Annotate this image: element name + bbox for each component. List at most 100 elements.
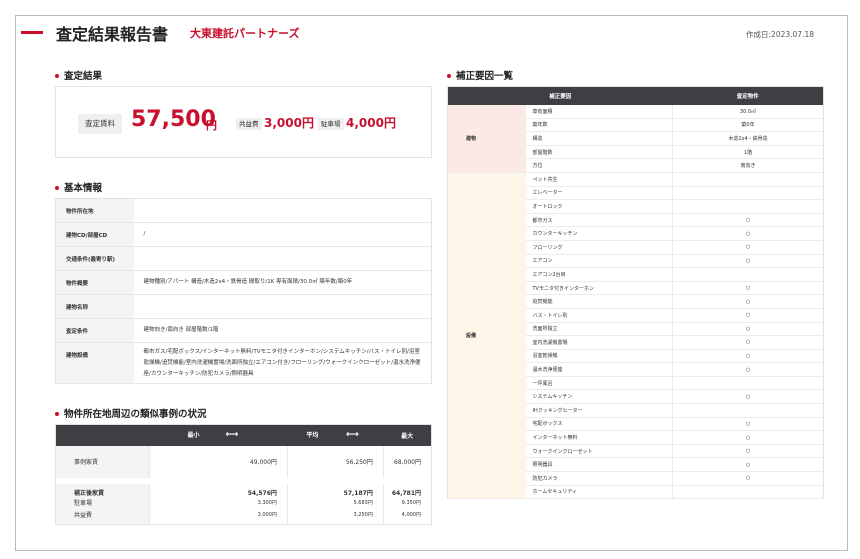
factor-item-name: 宅配ボックス <box>525 417 673 432</box>
basic-value: 都市ガス/宅配ボックス/インターネット無料/TVモニタ付きインターホン/システム… <box>133 342 432 384</box>
basic-value <box>133 246 432 271</box>
basic-value: / <box>133 222 432 247</box>
col-max: 最大 <box>401 432 414 440</box>
basic-value <box>133 198 432 223</box>
factor-item-name: 浴室乾燥機 <box>525 349 673 364</box>
factor-item-value: 南向き <box>672 158 824 173</box>
factor-item-value: ○ <box>672 281 824 296</box>
arrow-icon: ⟷ <box>345 430 359 441</box>
factor-item-value: ○ <box>672 362 824 377</box>
adjusted-min: 54,576円 <box>149 483 288 497</box>
factor-item-name: 方位 <box>525 158 673 173</box>
rent-unit: 円 <box>206 119 217 132</box>
col-property: 査定物件 <box>672 86 824 105</box>
factor-item-value <box>672 403 824 418</box>
factor-item-name: TVモニタ付きインターホン <box>525 281 673 296</box>
basic-heading: 基本情報 <box>55 180 102 194</box>
parking-value: 4,000円 <box>346 116 396 130</box>
similar-cases-table: 最小 ⟷ 平均 ⟷ 最大 事例家賃 49,000円 56,250円 68,000円 … <box>55 424 432 525</box>
basic-key: 査定条件 <box>55 318 134 343</box>
factor-item-name: フローリング <box>525 240 673 255</box>
created-date: 作成日:2023.07.18 <box>746 30 814 39</box>
table-row: 建物 専有面積 30.0㎡ <box>447 104 824 173</box>
company-name: 大東建託パートナーズ <box>190 27 300 40</box>
factor-item-name: 築年数 <box>525 118 673 133</box>
factor-item-value: ○ <box>672 389 824 405</box>
factor-item-value: ○ <box>672 430 824 445</box>
bullet-dot-icon <box>447 73 451 78</box>
factor-item-name: ウォークインクローゼット <box>525 444 673 459</box>
similar-heading: 物件所在地周辺の類似事例の状況 <box>55 406 207 420</box>
factors-table: 補正要因 査定物件 建物 専有面積 30.0㎡ 築年数 築0年 構造 木造2x4・鉄骨造 部屋… <box>447 86 824 500</box>
factor-item-name: 都市ガス <box>525 213 673 228</box>
common-fee-label: 共益費 <box>236 118 262 130</box>
bullet-dot-icon <box>55 185 59 190</box>
factor-item-name: IHクッキングヒーター <box>525 403 673 418</box>
factors-body: 建物 専有面積 30.0㎡ 築年数 築0年 構造 木造2x4・鉄骨造 部屋階数 1階 方位 南向き設… <box>447 104 824 500</box>
empty-header <box>55 424 150 446</box>
category-building: 建物 <box>447 104 526 173</box>
factor-item-name: エアコン2台目 <box>525 267 673 282</box>
basic-value <box>133 294 432 319</box>
factor-item-name: 室内洗濯機置場 <box>525 335 673 350</box>
factor-item-value: ○ <box>672 226 824 241</box>
factor-item-value: ○ <box>672 322 824 337</box>
parking-max: 9,350円 <box>382 496 432 509</box>
table-row: 共益費 3,000円 3,250円 4,000円 <box>55 508 432 525</box>
adjusted-avg: 57,187円 <box>286 483 384 497</box>
page-title: 査定結果報告書 <box>56 25 169 44</box>
factor-item-name: 構造 <box>525 131 673 146</box>
title-bar: 査定結果報告書 大東建託パートナーズ 作成日:2023.07.18 <box>18 18 838 48</box>
factor-item-name: ホームセキュリティ <box>525 485 673 500</box>
factor-item-value <box>672 199 824 214</box>
factor-item-name: システムキッチン <box>525 389 673 405</box>
common-min: 3,000円 <box>149 508 288 525</box>
col-factor: 補正要因 <box>447 86 673 105</box>
rent-row-label: 事例家賃 <box>55 445 150 478</box>
header-cell: 最大 <box>383 424 432 446</box>
factor-item-value: ○ <box>672 335 824 350</box>
header-cell: 最小 ⟷ <box>149 424 288 446</box>
basic-key: 建物名称 <box>55 294 134 319</box>
factor-item-name: 一坪風呂 <box>525 376 673 391</box>
factor-item-name: エレベーター <box>525 186 673 201</box>
factor-item-value: ○ <box>672 349 824 364</box>
col-avg: 平均 <box>306 432 319 440</box>
factor-item-value: ○ <box>672 471 824 486</box>
factor-item-value: ○ <box>672 444 824 459</box>
factor-item-name: 追焚機能 <box>525 294 673 309</box>
basic-key: 交通条件(最寄り駅) <box>55 246 134 271</box>
basic-value: 建物向き/南向き 部屋階数/1階 <box>133 318 432 343</box>
factor-item-name: 照明器具 <box>525 457 673 473</box>
adjusted-max: 64,781円 <box>382 483 432 497</box>
table-header-row: 補正要因 査定物件 <box>447 86 824 105</box>
factor-item-value: 木造2x4・鉄骨造 <box>672 131 824 146</box>
factor-item-name: 専有面積 <box>525 104 673 119</box>
header-cell: 平均 ⟷ <box>287 424 384 446</box>
factor-item-name: 洗面所独立 <box>525 322 673 337</box>
common-row-label: 共益費 <box>55 508 150 525</box>
factor-item-value: 30.0㎡ <box>672 104 824 119</box>
table-row: 査定条件 建物向き/南向き 部屋階数/1階 <box>55 318 432 343</box>
table-row: 補正後家賃 54,576円 57,187円 64,781円 <box>55 483 432 497</box>
table-row: 設備 ペット共生 <box>447 172 824 500</box>
arrow-icon: ⟷ <box>225 430 239 441</box>
parking-label: 駐車場 <box>318 118 344 130</box>
factor-item-value: ○ <box>672 213 824 228</box>
rent-max: 68,000円 <box>382 445 432 478</box>
factor-item-value <box>672 186 824 201</box>
result-heading: 査定結果 <box>55 68 102 82</box>
result-box: 査定賃料 57,500 円 共益費 3,000円 駐車場 4,000円 <box>55 86 432 158</box>
parking-min: 3,300円 <box>149 496 288 509</box>
basic-key: 建物設備 <box>55 342 134 384</box>
rent-value: 57,500 <box>131 107 216 132</box>
common-max: 4,000円 <box>382 508 432 525</box>
common-fee-value: 3,000円 <box>264 116 314 130</box>
table-row: 建物CD/部屋CD / <box>55 222 432 247</box>
basic-key: 物件所在地 <box>55 198 134 223</box>
col-min: 最小 <box>187 432 200 440</box>
factor-item-value: 築0年 <box>672 118 824 133</box>
factor-item-name: 温水洗浄便座 <box>525 362 673 377</box>
factor-item-name: インターネット無料 <box>525 430 673 445</box>
factor-item-value: 1階 <box>672 145 824 160</box>
